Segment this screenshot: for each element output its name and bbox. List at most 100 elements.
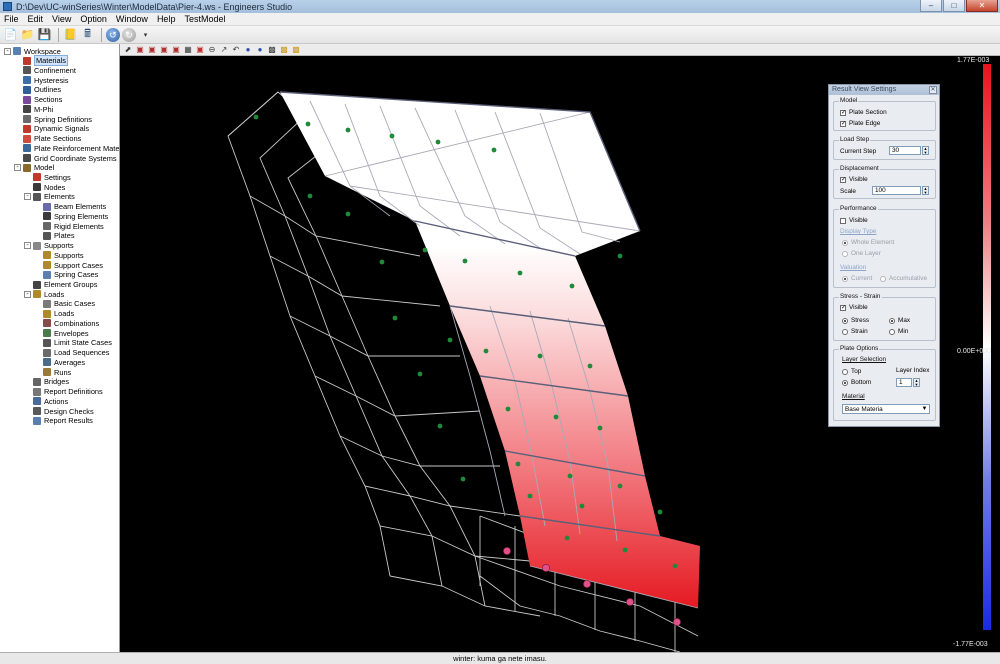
minimize-button[interactable]: – bbox=[920, 0, 942, 12]
menu-window[interactable]: Window bbox=[116, 14, 148, 24]
zoom-out-icon[interactable]: ⊖ bbox=[207, 45, 217, 55]
tree-item[interactable]: Actions bbox=[24, 396, 68, 406]
menu-help[interactable]: Help bbox=[157, 14, 176, 24]
rotate-icon[interactable]: ↶ bbox=[231, 45, 241, 55]
tree-item[interactable]: Envelopes bbox=[34, 328, 89, 338]
strain-radio[interactable]: Strain bbox=[842, 328, 868, 335]
select-icon[interactable]: ⬈ bbox=[123, 45, 133, 55]
min-radio[interactable]: Min bbox=[889, 328, 908, 335]
tree-item[interactable]: Spring Definitions bbox=[14, 114, 92, 124]
tree-item[interactable]: Limit State Cases bbox=[34, 338, 112, 348]
one-layer-radio[interactable]: One Layer bbox=[842, 250, 881, 257]
screenshot-icon[interactable]: ▩ bbox=[267, 45, 277, 55]
menu-file[interactable]: File bbox=[4, 14, 19, 24]
whole-element-radio[interactable]: Whole Element bbox=[842, 239, 894, 246]
layer-index-input[interactable]: 1 bbox=[896, 378, 912, 387]
chevron-down-icon[interactable]: ▾ bbox=[138, 27, 153, 42]
pan-icon[interactable]: ↗ bbox=[219, 45, 229, 55]
tree-item[interactable]: Rigid Elements bbox=[34, 221, 104, 231]
tree-item[interactable]: Element Groups bbox=[24, 280, 97, 290]
view-top-icon[interactable]: ▣ bbox=[171, 45, 181, 55]
menu-option[interactable]: Option bbox=[80, 14, 107, 24]
tree-expander-icon[interactable]: - bbox=[24, 290, 31, 298]
tree-expander-icon[interactable]: - bbox=[4, 47, 11, 55]
plate-section-checkbox[interactable]: ✓ Plate Section bbox=[840, 109, 887, 116]
view-front-icon[interactable]: ▣ bbox=[147, 45, 157, 55]
tree-item[interactable]: Basic Cases bbox=[34, 299, 95, 309]
forward-icon[interactable]: ↻ bbox=[122, 27, 136, 42]
tree-item[interactable]: Confinement bbox=[14, 65, 76, 75]
tree-item[interactable]: Design Checks bbox=[24, 406, 94, 416]
zoom-fit-icon[interactable]: ● bbox=[255, 45, 265, 55]
bottom-radio[interactable]: Bottom bbox=[842, 379, 871, 386]
tree-item[interactable]: Report Definitions bbox=[24, 387, 103, 397]
view-side-icon[interactable]: ▣ bbox=[159, 45, 169, 55]
current-step-spinner[interactable]: ▲ ▼ bbox=[922, 146, 929, 155]
current-radio[interactable]: Current bbox=[842, 275, 872, 282]
material-select[interactable]: Base Materia ▼ bbox=[842, 404, 930, 414]
tree-item[interactable]: Plates bbox=[34, 231, 75, 241]
menu-view[interactable]: View bbox=[52, 14, 71, 24]
tree-item[interactable]: Runs bbox=[34, 367, 71, 377]
tree-item[interactable]: Dynamic Signals bbox=[14, 124, 89, 134]
close-button[interactable]: ✕ bbox=[966, 0, 998, 12]
tree-item[interactable]: Supports bbox=[34, 250, 84, 260]
scale-input[interactable]: 100 bbox=[872, 186, 921, 195]
tree-item[interactable]: Grid Coordinate Systems bbox=[14, 153, 117, 163]
export-icon[interactable]: ▩ bbox=[291, 45, 301, 55]
stress-radio[interactable]: Stress bbox=[842, 317, 869, 324]
tree-expander-icon[interactable]: - bbox=[24, 193, 31, 201]
tree-item[interactable]: Support Cases bbox=[34, 260, 103, 270]
panel-title-bar[interactable]: Result View Settings ✕ bbox=[829, 85, 939, 95]
view-iso-icon[interactable]: ▣ bbox=[135, 45, 145, 55]
zoom-box-icon[interactable]: ▣ bbox=[195, 45, 205, 55]
tree-item[interactable]: Spring Cases bbox=[34, 270, 98, 280]
notebook-icon[interactable]: 📒 bbox=[63, 27, 78, 42]
wireframe-icon[interactable]: ▦ bbox=[183, 45, 193, 55]
menu-testmodel[interactable]: TestModel bbox=[184, 14, 225, 24]
tree-item[interactable]: Materials bbox=[14, 55, 68, 67]
tree-item[interactable]: - Supports bbox=[24, 241, 74, 251]
layer-index-spinner[interactable]: ▲ ▼ bbox=[913, 378, 920, 387]
tree-item[interactable]: Beam Elements bbox=[34, 202, 106, 212]
stress-visible-checkbox[interactable]: ✓ Visible bbox=[840, 304, 868, 311]
close-icon[interactable]: ✕ bbox=[929, 86, 937, 94]
folder-icon[interactable]: ▩ bbox=[279, 45, 289, 55]
maximize-button[interactable]: □ bbox=[943, 0, 965, 12]
menu-edit[interactable]: Edit bbox=[28, 14, 44, 24]
new-file-icon[interactable]: 📄 bbox=[3, 27, 18, 42]
save-icon[interactable]: 💾 bbox=[37, 27, 52, 42]
tree-item[interactable]: Bridges bbox=[24, 377, 69, 387]
scale-spinner[interactable]: ▲ ▼ bbox=[922, 186, 929, 195]
tree-expander-icon[interactable]: - bbox=[14, 164, 21, 172]
tree-item[interactable]: Outlines bbox=[14, 85, 61, 95]
tree-item[interactable]: - Elements bbox=[24, 192, 75, 202]
tree-item[interactable]: Hysteresis bbox=[14, 75, 69, 85]
tree-item[interactable]: Settings bbox=[24, 172, 71, 182]
zoom-in-icon[interactable]: ● bbox=[243, 45, 253, 55]
tree-expander-icon[interactable]: - bbox=[24, 242, 31, 250]
back-icon[interactable]: ↺ bbox=[106, 27, 120, 42]
tree-item[interactable]: Load Sequences bbox=[34, 348, 109, 358]
plate-edge-checkbox[interactable]: ✓ Plate Edge bbox=[840, 120, 880, 127]
tree-item[interactable]: Loads bbox=[34, 309, 74, 319]
tree-item[interactable]: Plate Sections bbox=[14, 134, 81, 144]
tree-item[interactable]: Averages bbox=[34, 357, 85, 367]
open-folder-icon[interactable]: 📁 bbox=[20, 27, 35, 42]
tree-item[interactable]: Combinations bbox=[34, 318, 99, 328]
tree-item[interactable]: - Loads bbox=[24, 289, 64, 299]
tree-item[interactable]: Nodes bbox=[24, 182, 65, 192]
tree-item[interactable]: Plate Reinforcement Materials bbox=[14, 143, 119, 153]
current-step-input[interactable]: 30 bbox=[889, 146, 921, 155]
tree-item[interactable]: Spring Elements bbox=[34, 211, 108, 221]
tree-item[interactable]: - Model bbox=[14, 163, 54, 173]
displacement-visible-checkbox[interactable]: ✓ Visible bbox=[840, 176, 868, 183]
accumulative-radio[interactable]: Accumulative bbox=[880, 275, 927, 282]
tree-item[interactable]: Sections bbox=[14, 95, 62, 105]
tree-item[interactable]: M-Phi bbox=[14, 104, 53, 114]
max-radio[interactable]: Max bbox=[889, 317, 910, 324]
tree-item[interactable]: Report Results bbox=[24, 416, 93, 426]
performance-visible-checkbox[interactable]: Visible bbox=[840, 217, 868, 224]
calculator-icon[interactable]: 🖩 bbox=[80, 27, 95, 42]
top-radio[interactable]: Top bbox=[842, 368, 861, 375]
